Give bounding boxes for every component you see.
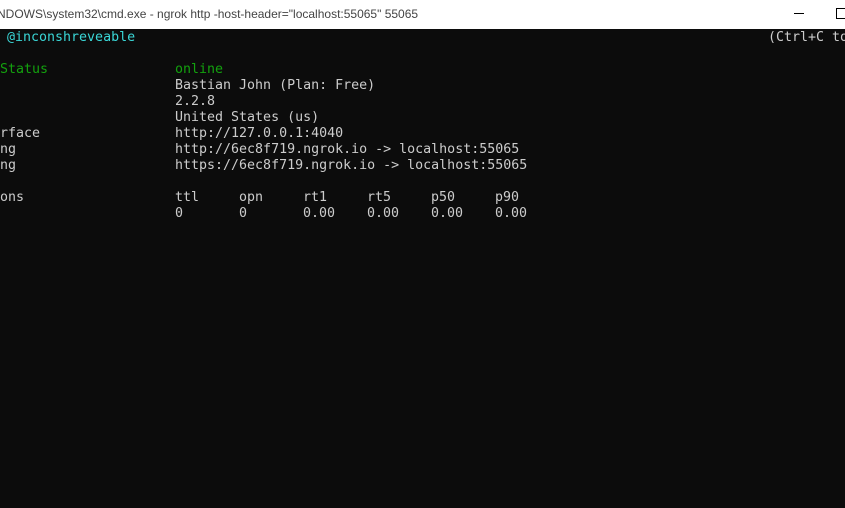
- maximize-button[interactable]: [822, 0, 845, 29]
- session-status-value: online: [175, 62, 224, 77]
- minimize-icon: [794, 13, 804, 14]
- forwarding-https-value[interactable]: https://6ec8f719.ngrok.io -> localhost:5…: [175, 158, 527, 174]
- account-value: Bastian John (Plan: Free): [175, 78, 376, 93]
- connections-value-rt1: 0.00: [303, 206, 336, 221]
- web-interface-label: rface: [0, 126, 41, 141]
- ngrok-author-handle: @inconshreveable: [7, 30, 136, 45]
- connections-header-rt5: rt5: [367, 190, 392, 205]
- connections-header-p90: p90: [495, 190, 520, 205]
- connections-header-rt1: rt1: [303, 190, 328, 205]
- quit-hint: (Ctrl+C to: [768, 30, 845, 45]
- connections-value-rt5: 0.00: [367, 206, 400, 221]
- connections-header-ttl: ttl: [175, 190, 200, 205]
- connections-value-p50: 0.00: [431, 206, 464, 221]
- console-output[interactable]: @inconshreveable (Ctrl+C to Status onlin…: [0, 29, 845, 508]
- connections-header-p50: p50: [431, 190, 456, 205]
- minimize-button[interactable]: [776, 0, 822, 29]
- connections-header-opn: opn: [239, 190, 264, 205]
- connections-label: ons: [0, 190, 25, 205]
- connections-value-ttl: 0: [175, 206, 184, 221]
- version-value: 2.2.8: [175, 94, 216, 109]
- session-status-label: Status: [0, 62, 49, 77]
- maximize-icon: [836, 8, 845, 19]
- connections-value-opn: 0: [239, 206, 248, 221]
- web-interface-url[interactable]: http://127.0.0.1:4040: [175, 126, 343, 142]
- forwarding-http-value[interactable]: http://6ec8f719.ngrok.io -> localhost:55…: [175, 142, 519, 158]
- forwarding-http-label: ng: [0, 142, 17, 157]
- window-title: NDOWS\system32\cmd.exe - ngrok http -hos…: [0, 7, 419, 21]
- connections-value-p90: 0.00: [495, 206, 528, 221]
- forwarding-https-label: ng: [0, 158, 17, 173]
- window-titlebar[interactable]: NDOWS\system32\cmd.exe - ngrok http -hos…: [0, 0, 845, 29]
- region-value: United States (us): [175, 110, 320, 125]
